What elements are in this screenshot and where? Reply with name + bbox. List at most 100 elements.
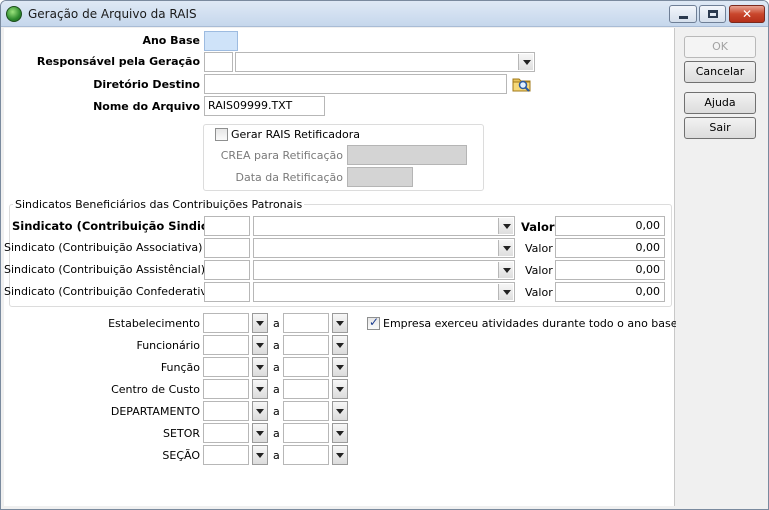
responsavel-select[interactable]	[235, 52, 535, 72]
sindicato-associativa-valor-label: Valor	[525, 242, 553, 255]
sindicatos-group-title: Sindicatos Beneficiários das Contribuiçõ…	[13, 198, 305, 211]
diretorio-label: Diretório Destino	[93, 78, 200, 91]
range-to-secao[interactable]	[283, 445, 329, 465]
button-panel: OK Cancelar Ajuda Sair	[676, 28, 767, 506]
range-from-centro-custo[interactable]	[203, 379, 249, 399]
data-retificacao-input[interactable]	[347, 167, 413, 187]
folder-search-icon[interactable]	[512, 75, 532, 93]
sindicato-confederativa-valor[interactable]: 0,00	[555, 282, 665, 302]
close-icon: ✕	[741, 7, 753, 21]
sindicato-associativa-select[interactable]	[253, 238, 515, 258]
maximize-icon	[708, 10, 718, 18]
sindicato-associativa-code[interactable]	[204, 238, 250, 258]
sindicato-confederativa-select[interactable]	[253, 282, 515, 302]
range-separator: a	[273, 317, 280, 330]
sindicato-assistencial-select[interactable]	[253, 260, 515, 280]
sindicato-assistencial-valor[interactable]: 0,00	[555, 260, 665, 280]
range-from-funcao[interactable]	[203, 357, 249, 377]
sindicato-associativa-label: Sindicato (Contribuição Associativa)	[4, 241, 203, 254]
diretorio-input[interactable]	[204, 74, 507, 94]
window-title: Geração de Arquivo da RAIS	[28, 7, 197, 21]
chevron-down-icon[interactable]	[252, 357, 268, 377]
range-separator: a	[273, 361, 280, 374]
rais-window: Geração de Arquivo da RAIS ✕ Ano Base Re…	[0, 0, 769, 510]
range-label-departamento: DEPARTAMENTO	[110, 405, 200, 418]
empresa-atividades-checkbox[interactable]	[367, 315, 380, 330]
chevron-down-icon[interactable]	[498, 284, 513, 300]
sindicato-sindical-valor[interactable]: 0,00	[555, 216, 665, 236]
minimize-button[interactable]	[669, 5, 697, 23]
form-area: Ano Base Responsável pela Geração Diretó…	[4, 28, 678, 506]
maximize-button[interactable]	[699, 5, 726, 23]
range-to-funcao[interactable]	[283, 357, 329, 377]
sindicato-sindical-valor-label: Valor	[521, 220, 555, 234]
sindicato-sindical-code[interactable]	[204, 216, 250, 236]
chevron-down-icon[interactable]	[252, 423, 268, 443]
range-separator: a	[273, 405, 280, 418]
chevron-down-icon[interactable]	[332, 423, 348, 443]
sindicato-sindical-label: Sindicato (Contribuição Sindical)	[12, 219, 225, 233]
chevron-down-icon[interactable]	[332, 445, 348, 465]
range-to-funcionario[interactable]	[283, 335, 329, 355]
range-separator: a	[273, 449, 280, 462]
sindicato-associativa-valor[interactable]: 0,00	[555, 238, 665, 258]
data-retificacao-label: Data da Retificação	[235, 171, 343, 184]
chevron-down-icon[interactable]	[332, 313, 348, 333]
range-from-setor[interactable]	[203, 423, 249, 443]
range-label-centro-custo: Centro de Custo	[111, 383, 200, 396]
range-from-estabelecimento[interactable]	[203, 313, 249, 333]
crea-input[interactable]	[347, 145, 467, 165]
range-label-setor: SETOR	[163, 427, 200, 440]
range-to-departamento[interactable]	[283, 401, 329, 421]
sindicato-sindical-select[interactable]	[253, 216, 515, 236]
sindicato-confederativa-label: Sindicato (Contribuição Confederativa)	[4, 285, 218, 298]
chevron-down-icon[interactable]	[332, 357, 348, 377]
range-label-estabelecimento: Estabelecimento	[108, 317, 200, 330]
range-label-secao: SEÇÃO	[162, 449, 200, 462]
chevron-down-icon[interactable]	[332, 335, 348, 355]
title-bar: Geração de Arquivo da RAIS ✕	[1, 1, 768, 27]
ok-button[interactable]: OK	[684, 36, 756, 58]
chevron-down-icon[interactable]	[252, 335, 268, 355]
sindicato-confederativa-code[interactable]	[204, 282, 250, 302]
chevron-down-icon[interactable]	[332, 401, 348, 421]
chevron-down-icon[interactable]	[498, 218, 513, 234]
close-button[interactable]: ✕	[729, 5, 765, 23]
sindicato-assistencial-code[interactable]	[204, 260, 250, 280]
range-from-funcionario[interactable]	[203, 335, 249, 355]
chevron-down-icon[interactable]	[252, 401, 268, 421]
app-globe-icon	[6, 6, 22, 22]
range-to-estabelecimento[interactable]	[283, 313, 329, 333]
empresa-atividades-label: Empresa exerceu atividades durante todo …	[383, 317, 678, 330]
range-from-secao[interactable]	[203, 445, 249, 465]
range-label-funcao: Função	[160, 361, 200, 374]
nome-arquivo-label: Nome do Arquivo	[93, 100, 200, 113]
sair-button[interactable]: Sair	[684, 117, 756, 139]
range-to-setor[interactable]	[283, 423, 329, 443]
crea-label: CREA para Retificação	[220, 149, 343, 162]
cancelar-button[interactable]: Cancelar	[684, 61, 756, 83]
ajuda-button[interactable]: Ajuda	[684, 92, 756, 114]
minimize-icon	[679, 16, 688, 19]
gerar-retificadora-checkbox[interactable]	[215, 128, 228, 141]
chevron-down-icon[interactable]	[332, 379, 348, 399]
chevron-down-icon[interactable]	[518, 54, 533, 70]
chevron-down-icon[interactable]	[498, 262, 513, 278]
range-to-centro-custo[interactable]	[283, 379, 329, 399]
nome-arquivo-input[interactable]: RAIS09999.TXT	[204, 96, 325, 116]
ano-base-input[interactable]	[204, 31, 238, 51]
chevron-down-icon[interactable]	[252, 445, 268, 465]
chevron-down-icon[interactable]	[252, 379, 268, 399]
sindicato-confederativa-valor-label: Valor	[525, 286, 553, 299]
range-separator: a	[273, 427, 280, 440]
gerar-retificadora-label: Gerar RAIS Retificadora	[231, 128, 360, 141]
retificadora-group: Gerar RAIS Retificadora CREA para Retifi…	[203, 124, 484, 191]
chevron-down-icon[interactable]	[498, 240, 513, 256]
chevron-down-icon[interactable]	[252, 313, 268, 333]
range-label-funcionario: Funcionário	[136, 339, 200, 352]
range-from-departamento[interactable]	[203, 401, 249, 421]
ano-base-label: Ano Base	[142, 34, 200, 47]
responsavel-code-input[interactable]	[204, 52, 233, 72]
range-separator: a	[273, 383, 280, 396]
sindicato-assistencial-label: Sindicato (Contribuição Assistêncial)	[4, 263, 205, 276]
